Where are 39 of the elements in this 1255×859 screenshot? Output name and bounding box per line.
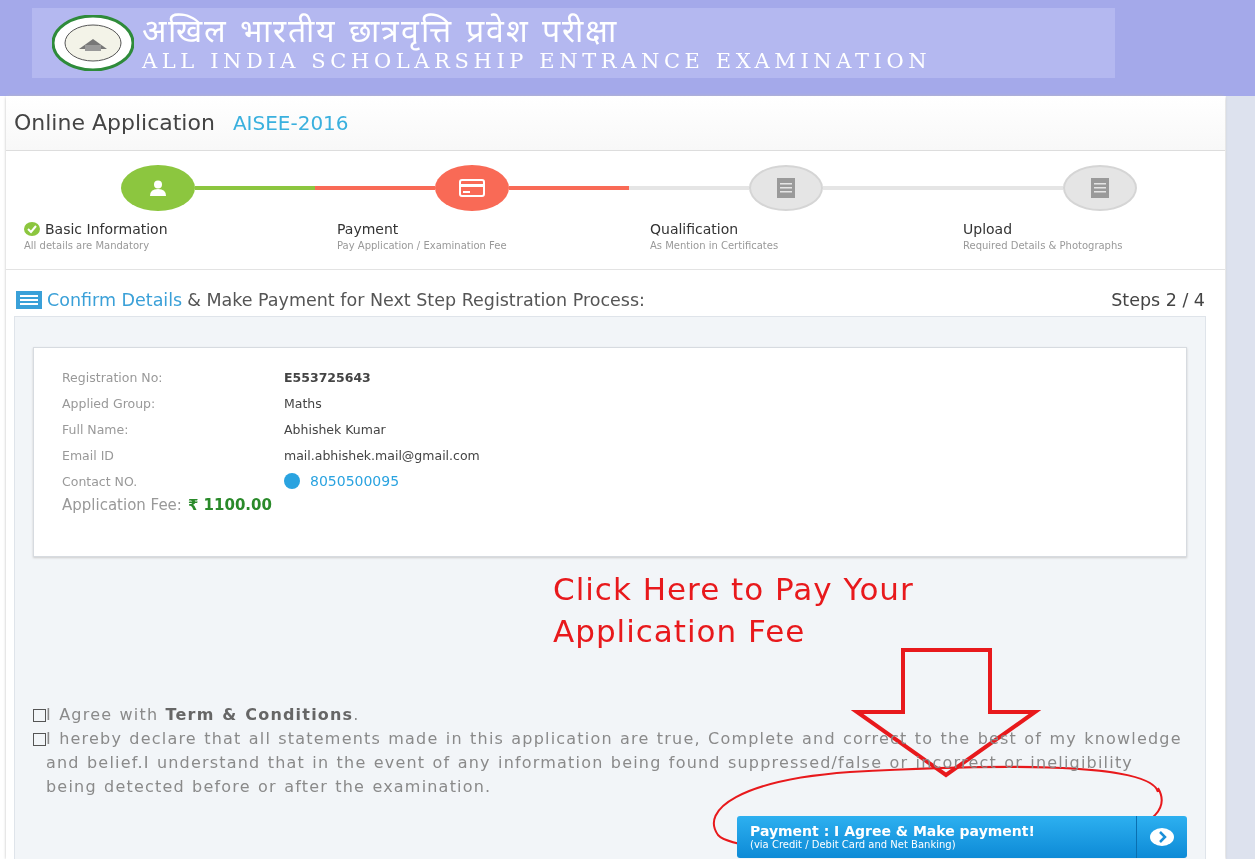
step-subtitle: Pay Application / Examination Fee	[337, 239, 508, 253]
credit-card-icon	[459, 179, 485, 197]
declaration-text: I Agree with Term & Conditions.	[46, 704, 360, 726]
annotation-text: Click Here to Pay Your Application Fee	[553, 570, 914, 651]
field-label: Contact NO.	[62, 473, 139, 489]
field-label: Full Name:	[62, 421, 130, 437]
step-subtitle: Required Details & Photographs	[963, 239, 1124, 253]
contact-number: 8050500095	[310, 473, 400, 489]
field-value: Abhishek Kumar	[284, 421, 387, 437]
document-icon	[1091, 178, 1109, 198]
fee-label: Application Fee:	[62, 496, 182, 514]
page-title: Online Application	[14, 110, 215, 135]
english-title: ALL INDIA SCHOLARSHIP ENTRANCE EXAMINATION	[142, 49, 932, 73]
hindi-title: अखिल भारतीय छात्रवृत्ति प्रवेश परीक्षा	[142, 13, 619, 49]
step-title: Upload	[963, 221, 1013, 237]
person-icon	[149, 179, 167, 197]
step-counter: Steps 2 / 4	[1111, 290, 1205, 310]
section-heading-highlight: Confirm Details	[47, 290, 183, 310]
step-title: Payment	[337, 221, 399, 237]
exam-code: AISEE-2016	[232, 111, 349, 135]
step-title: Qualification	[650, 221, 739, 237]
list-icon	[16, 291, 42, 309]
payment-button[interactable]: Payment : I Agree & Make payment! (via Credit / Debit Card and Net Banking)	[737, 816, 1187, 858]
chevron-circle-icon	[1150, 828, 1174, 846]
field-value: mail.abhishek.mail@gmail.com	[284, 447, 481, 463]
field-label: Registration No:	[62, 369, 164, 385]
fee-amount: ₹ 1100.00	[187, 496, 272, 514]
field-label: Email ID	[62, 447, 115, 463]
checkbox[interactable]	[33, 733, 46, 746]
section-heading: & Make Payment for Next Step Registration Process:	[187, 290, 645, 310]
step-subtitle: As Mention in Certificates	[650, 239, 780, 253]
logo-icon	[52, 15, 134, 71]
field-label: Applied Group:	[62, 395, 157, 411]
field-value: E553725643	[284, 369, 372, 385]
step-title: Basic Information	[45, 221, 168, 237]
checkbox[interactable]	[33, 709, 46, 722]
field-value: Maths	[284, 395, 323, 411]
document-icon	[777, 178, 795, 198]
step-subtitle: All details are Mandatory	[24, 239, 151, 253]
